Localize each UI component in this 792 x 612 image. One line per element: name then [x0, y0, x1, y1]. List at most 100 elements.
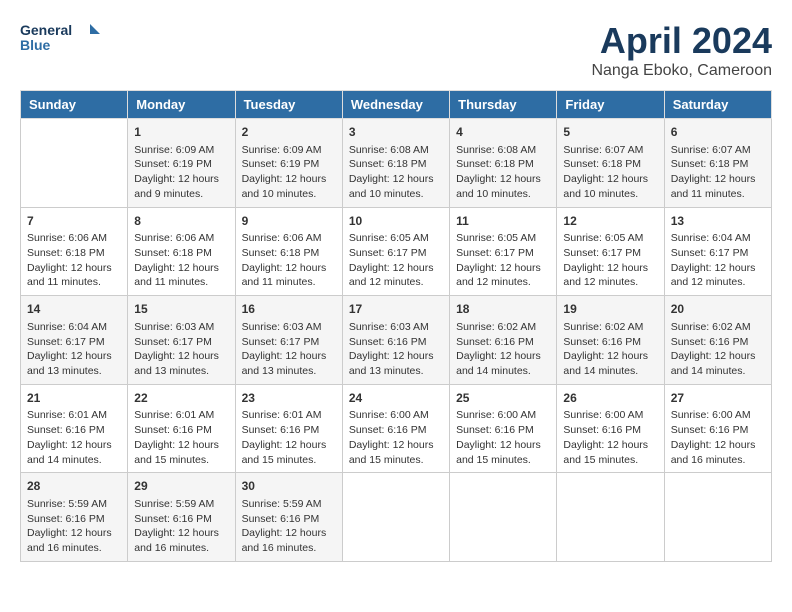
sunrise-text: Sunrise: 6:00 AM: [563, 409, 643, 421]
daylight-text: Daylight: 12 hours and 15 minutes.: [456, 439, 541, 466]
sunset-text: Sunset: 6:17 PM: [456, 247, 534, 259]
day-number: 26: [563, 390, 657, 407]
daylight-text: Daylight: 12 hours and 11 minutes.: [134, 262, 219, 289]
sunrise-text: Sunrise: 6:09 AM: [242, 144, 322, 156]
table-row: 25 Sunrise: 6:00 AM Sunset: 6:16 PM Dayl…: [450, 384, 557, 473]
daylight-text: Daylight: 12 hours and 12 minutes.: [456, 262, 541, 289]
day-number: 19: [563, 301, 657, 318]
sunrise-text: Sunrise: 6:08 AM: [349, 144, 429, 156]
table-row: 7 Sunrise: 6:06 AM Sunset: 6:18 PM Dayli…: [21, 207, 128, 296]
day-number: 12: [563, 213, 657, 230]
day-number: 6: [671, 124, 765, 141]
sunset-text: Sunset: 6:16 PM: [563, 424, 641, 436]
daylight-text: Daylight: 12 hours and 9 minutes.: [134, 173, 219, 200]
day-number: 25: [456, 390, 550, 407]
day-number: 16: [242, 301, 336, 318]
table-row: 10 Sunrise: 6:05 AM Sunset: 6:17 PM Dayl…: [342, 207, 449, 296]
daylight-text: Daylight: 12 hours and 14 minutes.: [671, 350, 756, 377]
table-row: 1 Sunrise: 6:09 AM Sunset: 6:19 PM Dayli…: [128, 119, 235, 208]
sunset-text: Sunset: 6:19 PM: [242, 158, 320, 170]
sunrise-text: Sunrise: 6:00 AM: [349, 409, 429, 421]
page-title: April 2024: [591, 20, 772, 62]
logo: General Blue: [20, 20, 100, 60]
table-row: 13 Sunrise: 6:04 AM Sunset: 6:17 PM Dayl…: [664, 207, 771, 296]
sunset-text: Sunset: 6:17 PM: [242, 336, 320, 348]
sunset-text: Sunset: 6:18 PM: [242, 247, 320, 259]
sunrise-text: Sunrise: 6:08 AM: [456, 144, 536, 156]
col-thursday: Thursday: [450, 91, 557, 119]
table-row: 12 Sunrise: 6:05 AM Sunset: 6:17 PM Dayl…: [557, 207, 664, 296]
sunset-text: Sunset: 6:18 PM: [563, 158, 641, 170]
table-row: 3 Sunrise: 6:08 AM Sunset: 6:18 PM Dayli…: [342, 119, 449, 208]
day-number: 9: [242, 213, 336, 230]
sunrise-text: Sunrise: 6:06 AM: [242, 232, 322, 244]
table-row: 21 Sunrise: 6:01 AM Sunset: 6:16 PM Dayl…: [21, 384, 128, 473]
daylight-text: Daylight: 12 hours and 10 minutes.: [456, 173, 541, 200]
table-row: 14 Sunrise: 6:04 AM Sunset: 6:17 PM Dayl…: [21, 296, 128, 385]
table-row: 23 Sunrise: 6:01 AM Sunset: 6:16 PM Dayl…: [235, 384, 342, 473]
daylight-text: Daylight: 12 hours and 13 minutes.: [134, 350, 219, 377]
sunrise-text: Sunrise: 6:03 AM: [134, 321, 214, 333]
calendar-week-row: 28 Sunrise: 5:59 AM Sunset: 6:16 PM Dayl…: [21, 473, 772, 562]
daylight-text: Daylight: 12 hours and 12 minutes.: [671, 262, 756, 289]
day-number: 15: [134, 301, 228, 318]
day-number: 22: [134, 390, 228, 407]
day-number: 29: [134, 478, 228, 495]
sunrise-text: Sunrise: 6:02 AM: [563, 321, 643, 333]
sunset-text: Sunset: 6:18 PM: [671, 158, 749, 170]
sunset-text: Sunset: 6:16 PM: [671, 336, 749, 348]
daylight-text: Daylight: 12 hours and 14 minutes.: [27, 439, 112, 466]
day-number: 4: [456, 124, 550, 141]
calendar-table: Sunday Monday Tuesday Wednesday Thursday…: [20, 90, 772, 562]
table-row: 11 Sunrise: 6:05 AM Sunset: 6:17 PM Dayl…: [450, 207, 557, 296]
sunrise-text: Sunrise: 6:03 AM: [349, 321, 429, 333]
table-row: 8 Sunrise: 6:06 AM Sunset: 6:18 PM Dayli…: [128, 207, 235, 296]
calendar-header-row: Sunday Monday Tuesday Wednesday Thursday…: [21, 91, 772, 119]
sunrise-text: Sunrise: 6:01 AM: [27, 409, 107, 421]
daylight-text: Daylight: 12 hours and 11 minutes.: [671, 173, 756, 200]
table-row: 4 Sunrise: 6:08 AM Sunset: 6:18 PM Dayli…: [450, 119, 557, 208]
sunset-text: Sunset: 6:16 PM: [242, 513, 320, 525]
daylight-text: Daylight: 12 hours and 13 minutes.: [27, 350, 112, 377]
table-row: 19 Sunrise: 6:02 AM Sunset: 6:16 PM Dayl…: [557, 296, 664, 385]
sunrise-text: Sunrise: 6:00 AM: [671, 409, 751, 421]
table-row: 22 Sunrise: 6:01 AM Sunset: 6:16 PM Dayl…: [128, 384, 235, 473]
day-number: 24: [349, 390, 443, 407]
sunset-text: Sunset: 6:16 PM: [456, 424, 534, 436]
sunrise-text: Sunrise: 6:03 AM: [242, 321, 322, 333]
day-number: 2: [242, 124, 336, 141]
sunrise-text: Sunrise: 5:59 AM: [242, 498, 322, 510]
sunrise-text: Sunrise: 6:06 AM: [27, 232, 107, 244]
day-number: 7: [27, 213, 121, 230]
table-row: [557, 473, 664, 562]
table-row: 24 Sunrise: 6:00 AM Sunset: 6:16 PM Dayl…: [342, 384, 449, 473]
day-number: 23: [242, 390, 336, 407]
col-friday: Friday: [557, 91, 664, 119]
daylight-text: Daylight: 12 hours and 12 minutes.: [349, 262, 434, 289]
table-row: [21, 119, 128, 208]
table-row: 30 Sunrise: 5:59 AM Sunset: 6:16 PM Dayl…: [235, 473, 342, 562]
day-number: 3: [349, 124, 443, 141]
calendar-week-row: 21 Sunrise: 6:01 AM Sunset: 6:16 PM Dayl…: [21, 384, 772, 473]
sunset-text: Sunset: 6:18 PM: [456, 158, 534, 170]
table-row: 17 Sunrise: 6:03 AM Sunset: 6:16 PM Dayl…: [342, 296, 449, 385]
sunset-text: Sunset: 6:17 PM: [27, 336, 105, 348]
calendar-week-row: 1 Sunrise: 6:09 AM Sunset: 6:19 PM Dayli…: [21, 119, 772, 208]
sunrise-text: Sunrise: 6:07 AM: [671, 144, 751, 156]
daylight-text: Daylight: 12 hours and 16 minutes.: [242, 527, 327, 554]
sunset-text: Sunset: 6:16 PM: [134, 424, 212, 436]
table-row: 29 Sunrise: 5:59 AM Sunset: 6:16 PM Dayl…: [128, 473, 235, 562]
sunrise-text: Sunrise: 5:59 AM: [27, 498, 107, 510]
daylight-text: Daylight: 12 hours and 16 minutes.: [671, 439, 756, 466]
sunset-text: Sunset: 6:18 PM: [134, 247, 212, 259]
title-block: April 2024 Nanga Eboko, Cameroon: [591, 20, 772, 80]
daylight-text: Daylight: 12 hours and 15 minutes.: [242, 439, 327, 466]
sunrise-text: Sunrise: 6:00 AM: [456, 409, 536, 421]
sunset-text: Sunset: 6:17 PM: [671, 247, 749, 259]
day-number: 20: [671, 301, 765, 318]
table-row: [342, 473, 449, 562]
sunrise-text: Sunrise: 6:02 AM: [456, 321, 536, 333]
sunset-text: Sunset: 6:16 PM: [349, 336, 427, 348]
table-row: 9 Sunrise: 6:06 AM Sunset: 6:18 PM Dayli…: [235, 207, 342, 296]
logo-svg: General Blue: [20, 20, 100, 60]
